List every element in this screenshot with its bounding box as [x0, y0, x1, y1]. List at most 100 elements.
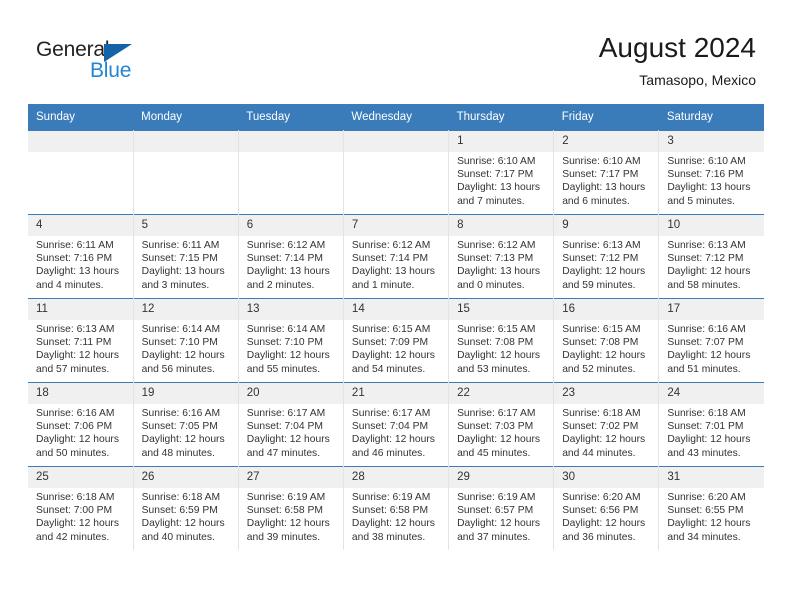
daylight-text-line1: Daylight: 12 hours — [246, 434, 330, 446]
daylight-text-line1: Daylight: 12 hours — [141, 518, 225, 530]
calendar-day-cell[interactable]: 4 Sunrise: 6:11 AM Sunset: 7:16 PM Daylight… — [28, 214, 134, 299]
daylight-text-line1: Daylight: 12 hours — [246, 518, 330, 530]
calendar-day-cell[interactable]: 13 Sunrise: 6:14 AM Sunset: 7:10 PM Dayligh… — [238, 298, 344, 383]
sunrise-text: Sunrise: 6:19 AM — [457, 492, 536, 503]
daylight-text-line1: Daylight: 12 hours — [667, 350, 751, 362]
day-number: 4 — [28, 215, 133, 236]
calendar-day-cell[interactable]: 30 Sunrise: 6:20 AM Sunset: 6:56 PM Dayligh… — [553, 466, 660, 550]
calendar-day-cell[interactable]: 21 Sunrise: 6:17 AM Sunset: 7:04 PM Dayligh… — [343, 382, 450, 467]
daylight-text-line2: and 40 minutes. — [141, 531, 215, 543]
page-title: August 2024 — [598, 32, 756, 63]
daylight-text-line1: Daylight: 12 hours — [457, 350, 541, 362]
sunset-text: Sunset: 7:17 PM — [562, 169, 639, 181]
day-details: Sunrise: 6:16 AM Sunset: 7:05 PM Daylight:… — [134, 404, 238, 460]
calendar-day-cell[interactable]: 26 Sunrise: 6:18 AM Sunset: 6:59 PM Dayligh… — [133, 466, 239, 550]
day-details: Sunrise: 6:14 AM Sunset: 7:10 PM Daylight:… — [239, 320, 343, 376]
calendar-day-cell[interactable]: 18 Sunrise: 6:16 AM Sunset: 7:06 PM Dayligh… — [28, 382, 134, 467]
calendar-day-cell[interactable]: 31 Sunrise: 6:20 AM Sunset: 6:55 PM Dayligh… — [658, 466, 764, 550]
sunset-text: Sunset: 7:02 PM — [562, 421, 639, 433]
day-details: Sunrise: 6:18 AM Sunset: 7:00 PM Daylight:… — [28, 488, 133, 544]
calendar-day-cell[interactable]: 7 Sunrise: 6:12 AM Sunset: 7:14 PM Daylight… — [343, 214, 450, 299]
day-number: 31 — [659, 467, 764, 488]
daylight-text-line1: Daylight: 12 hours — [562, 434, 646, 446]
daylight-text-line2: and 3 minutes. — [141, 279, 210, 291]
sunrise-text: Sunrise: 6:11 AM — [141, 240, 220, 251]
calendar-day-cell[interactable]: 14 Sunrise: 6:15 AM Sunset: 7:09 PM Dayligh… — [343, 298, 450, 383]
sunrise-text: Sunrise: 6:11 AM — [36, 240, 114, 251]
day-details: Sunrise: 6:15 AM Sunset: 7:09 PM Daylight:… — [344, 320, 448, 376]
sunrise-text: Sunrise: 6:10 AM — [457, 156, 536, 167]
calendar-day-cell[interactable]: 29 Sunrise: 6:19 AM Sunset: 6:57 PM Dayligh… — [448, 466, 555, 550]
day-number: 23 — [554, 383, 659, 404]
day-number: 21 — [343, 383, 449, 404]
day-number: 6 — [238, 215, 343, 236]
day-number: 24 — [659, 383, 764, 404]
daylight-text-line2: and 2 minutes. — [246, 279, 315, 291]
sunrise-text: Sunrise: 6:20 AM — [562, 492, 641, 503]
calendar-day-cell[interactable]: 17 Sunrise: 6:16 AM Sunset: 7:07 PM Dayligh… — [658, 298, 764, 383]
calendar-day-cell[interactable]: 3 Sunrise: 6:10 AM Sunset: 7:16 PM Daylight… — [658, 130, 764, 215]
day-details: Sunrise: 6:15 AM Sunset: 7:08 PM Daylight:… — [554, 320, 658, 376]
day-number: 8 — [449, 215, 554, 236]
day-details: Sunrise: 6:18 AM Sunset: 6:59 PM Daylight:… — [134, 488, 238, 544]
daylight-text-line1: Daylight: 13 hours — [667, 182, 751, 194]
weekday-header-saturday: Saturday — [658, 104, 764, 131]
day-number: 3 — [659, 131, 764, 152]
general-blue-logo[interactable]: General Blue — [36, 38, 176, 84]
sunrise-text: Sunrise: 6:20 AM — [667, 492, 746, 503]
page-subtitle-location: Tamasopo, Mexico — [639, 72, 756, 88]
daylight-text-line2: and 37 minutes. — [457, 531, 531, 543]
weekday-header-thursday: Thursday — [448, 104, 554, 131]
calendar-day-cell[interactable]: 28 Sunrise: 6:19 AM Sunset: 6:58 PM Dayligh… — [343, 466, 450, 550]
sunrise-text: Sunrise: 6:13 AM — [667, 240, 746, 251]
calendar-day-cell[interactable]: 15 Sunrise: 6:15 AM Sunset: 7:08 PM Dayligh… — [448, 298, 555, 383]
daylight-text-line1: Daylight: 12 hours — [141, 350, 225, 362]
weekday-header-tuesday: Tuesday — [238, 104, 344, 131]
sunrise-text: Sunrise: 6:13 AM — [562, 240, 641, 251]
calendar-day-cell[interactable]: 9 Sunrise: 6:13 AM Sunset: 7:12 PM Daylight… — [553, 214, 660, 299]
weekday-header-friday: Friday — [553, 104, 659, 131]
day-number: 2 — [554, 131, 659, 152]
calendar-day-cell[interactable]: 6 Sunrise: 6:12 AM Sunset: 7:14 PM Daylight… — [238, 214, 344, 299]
sunset-text: Sunset: 7:14 PM — [351, 253, 429, 265]
calendar-day-cell[interactable]: 22 Sunrise: 6:17 AM Sunset: 7:03 PM Dayligh… — [448, 382, 555, 467]
sunrise-text: Sunrise: 6:15 AM — [562, 324, 641, 335]
daylight-text-line1: Daylight: 12 hours — [36, 434, 119, 446]
sunrise-text: Sunrise: 6:14 AM — [141, 324, 221, 335]
day-number: 28 — [343, 467, 449, 488]
day-number: 18 — [28, 383, 133, 404]
sunset-text: Sunset: 6:59 PM — [141, 505, 218, 517]
calendar-day-cell[interactable]: 25 Sunrise: 6:18 AM Sunset: 7:00 PM Dayligh… — [28, 466, 134, 550]
calendar-day-cell[interactable]: 16 Sunrise: 6:15 AM Sunset: 7:08 PM Dayligh… — [553, 298, 660, 383]
calendar-day-cell[interactable]: 19 Sunrise: 6:16 AM Sunset: 7:05 PM Dayligh… — [133, 382, 239, 467]
day-number: 5 — [133, 215, 238, 236]
daylight-text-line2: and 7 minutes. — [457, 195, 525, 207]
calendar-day-cell[interactable]: 11 Sunrise: 6:13 AM Sunset: 7:11 PM Dayligh… — [28, 298, 134, 383]
weekday-header-monday: Monday — [133, 104, 239, 131]
sunrise-text: Sunrise: 6:16 AM — [667, 324, 746, 335]
day-number: 19 — [133, 383, 238, 404]
calendar-day-cell[interactable]: 2 Sunrise: 6:10 AM Sunset: 7:17 PM Daylight… — [553, 130, 660, 215]
daylight-text-line1: Daylight: 13 hours — [351, 266, 435, 278]
calendar-day-cell[interactable]: 8 Sunrise: 6:12 AM Sunset: 7:13 PM Daylight… — [448, 214, 555, 299]
daylight-text-line1: Daylight: 12 hours — [36, 518, 119, 530]
calendar-day-cell[interactable]: 20 Sunrise: 6:17 AM Sunset: 7:04 PM Dayligh… — [238, 382, 344, 467]
daylight-text-line1: Daylight: 13 hours — [562, 182, 646, 194]
calendar-day-cell[interactable]: 24 Sunrise: 6:18 AM Sunset: 7:01 PM Dayligh… — [658, 382, 764, 467]
daylight-text-line1: Daylight: 13 hours — [457, 266, 541, 278]
calendar-day-cell[interactable]: 1 Sunrise: 6:10 AM Sunset: 7:17 PM Daylight… — [448, 130, 555, 215]
daylight-text-line2: and 53 minutes. — [457, 363, 531, 375]
sunrise-text: Sunrise: 6:14 AM — [246, 324, 326, 335]
day-number — [28, 131, 133, 152]
calendar-day-cell[interactable]: 23 Sunrise: 6:18 AM Sunset: 7:02 PM Dayligh… — [553, 382, 660, 467]
sunset-text: Sunset: 7:06 PM — [36, 421, 113, 433]
calendar-day-cell[interactable]: 27 Sunrise: 6:19 AM Sunset: 6:58 PM Dayligh… — [238, 466, 344, 550]
calendar-day-cell[interactable]: 12 Sunrise: 6:14 AM Sunset: 7:10 PM Dayligh… — [133, 298, 239, 383]
calendar-day-cell[interactable]: 5 Sunrise: 6:11 AM Sunset: 7:15 PM Daylight… — [133, 214, 239, 299]
daylight-text-line2: and 44 minutes. — [562, 447, 636, 459]
sunset-text: Sunset: 6:58 PM — [351, 505, 429, 517]
daylight-text-line2: and 45 minutes. — [457, 447, 531, 459]
sunset-text: Sunset: 7:14 PM — [246, 253, 323, 265]
day-number: 7 — [343, 215, 449, 236]
calendar-day-cell[interactable]: 10 Sunrise: 6:13 AM Sunset: 7:12 PM Dayligh… — [658, 214, 764, 299]
